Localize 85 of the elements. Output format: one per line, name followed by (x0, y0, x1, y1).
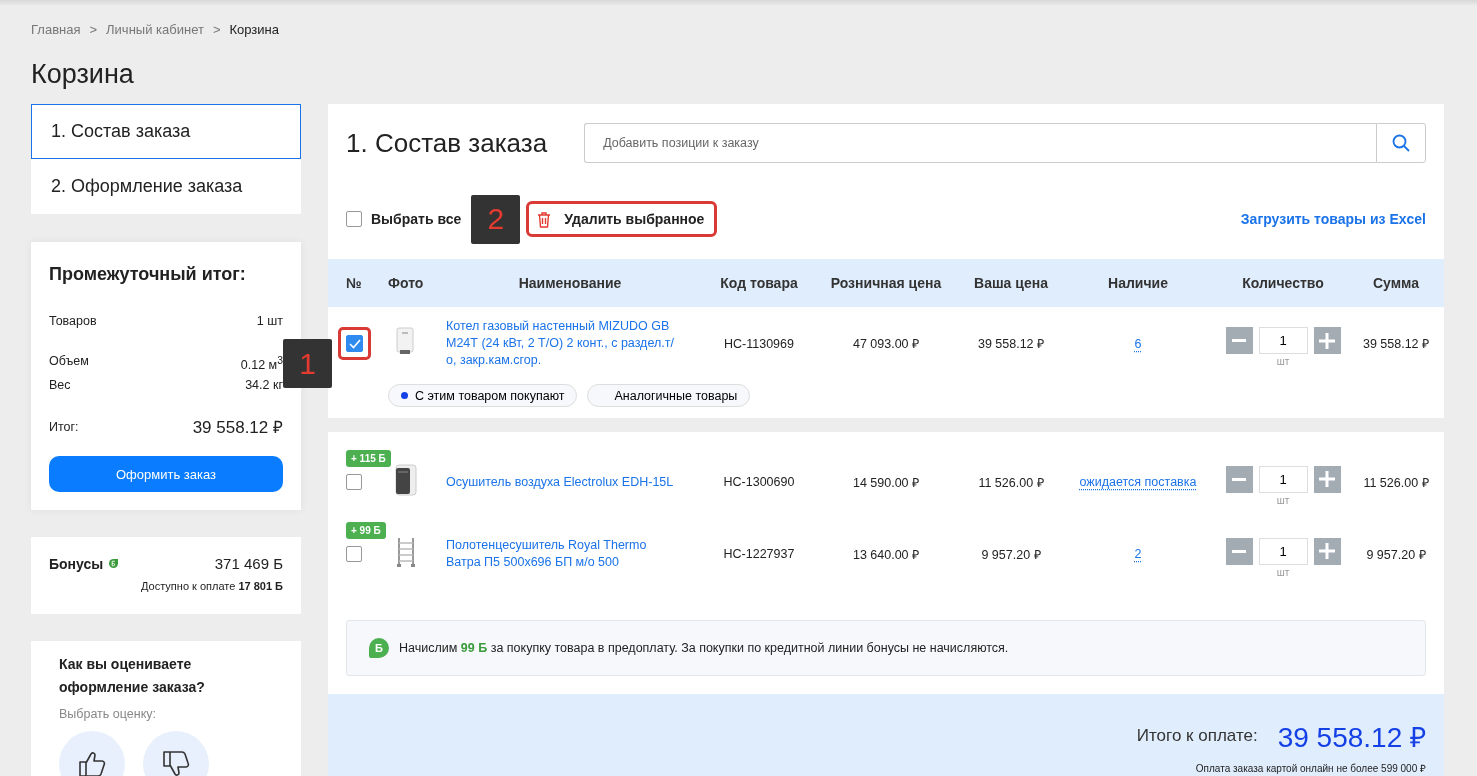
bonus-value: 371 469 Б (214, 555, 283, 573)
info-text: Начислим 99 Б за покупку товара в предоплату. За покупки по кредитной линии бонусы не начисляются. (399, 641, 1009, 655)
minus-icon (1232, 477, 1246, 481)
increase-button[interactable] (1313, 465, 1341, 493)
checkbox[interactable] (346, 335, 363, 352)
stock-link[interactable]: 6 (1134, 336, 1142, 351)
decrease-button[interactable] (1225, 537, 1253, 565)
section-title: 1. Состав заказа (346, 127, 548, 159)
product-code: НС-1130969 (723, 336, 795, 351)
quantity-field[interactable]: 1 (1258, 465, 1308, 493)
total-label: Итого к оплате: (1136, 726, 1258, 746)
excel-upload-link[interactable]: Загрузить товары из Excel (1240, 211, 1426, 227)
summary-label: Объем (49, 353, 89, 370)
decrease-button[interactable] (1225, 465, 1253, 493)
plus-icon (1319, 471, 1335, 487)
breadcrumb-separator: > (212, 22, 221, 37)
delete-selected-button[interactable]: Удалить выбранное (526, 201, 718, 237)
retail-price: 47 093.00 ₽ (851, 336, 921, 352)
rating-hint: Выбрать оценку: (59, 707, 157, 722)
checkout-button[interactable]: Оформить заказ (49, 456, 283, 493)
rating-question: Как вы оцениваете оформление заказа? (59, 655, 206, 698)
product-link[interactable]: Осушитель воздуха Electrolux EDH-15L (438, 473, 702, 491)
product-code: НС-1300690 (722, 475, 796, 489)
search-icon (1392, 134, 1410, 152)
unit-label: шт (1276, 356, 1290, 367)
bonus-label: Бонусы (49, 555, 104, 572)
stock-link[interactable]: 2 (1134, 547, 1142, 561)
summary-value: 1 шт (256, 313, 283, 330)
select-all-label[interactable]: Выбрать все (371, 211, 462, 227)
total-value: 39 558.12 ₽ (192, 417, 283, 439)
trash-icon (537, 210, 552, 228)
row-sum: 11 526.00 ₽ (1362, 474, 1430, 491)
your-price: 11 526.00 ₽ (977, 474, 1045, 491)
callout-marker: 2 (471, 194, 521, 244)
checkbox[interactable] (346, 474, 362, 490)
stock-link[interactable]: ожидается поставка (1079, 475, 1197, 489)
step-tab[interactable]: 2. Оформление заказа (31, 159, 301, 214)
breadcrumb-link[interactable]: Главная (31, 22, 81, 37)
bonus-icon (109, 559, 119, 569)
unit-label: шт (1276, 566, 1290, 578)
search-button[interactable] (1376, 123, 1426, 163)
row-sum: 9 957.20 ₽ (1365, 546, 1427, 563)
quantity-field[interactable]: 1 (1258, 327, 1308, 354)
total-amount: 39 558.12 ₽ (1277, 721, 1426, 755)
row-sum: 39 558.12 ₽ (1361, 336, 1431, 352)
summary-label: Товаров (49, 313, 97, 330)
your-price: 39 558.12 ₽ (976, 336, 1046, 352)
your-price: 9 957.20 ₽ (980, 546, 1042, 563)
product-code: НС-1227937 (722, 547, 796, 561)
decrease-button[interactable] (1225, 327, 1253, 354)
thumbs-down-icon (161, 749, 191, 776)
breadcrumb-separator: > (89, 22, 98, 37)
increase-button[interactable] (1313, 327, 1341, 354)
quantity-field[interactable]: 1 (1258, 537, 1308, 565)
thumbs-up-icon (77, 749, 107, 776)
page-title: Корзина (31, 59, 135, 90)
bonus-badge: Б (369, 638, 389, 658)
callout-marker: 1 (283, 339, 332, 388)
retail-price: 14 590.00 ₽ (851, 474, 921, 491)
bonus-tag: + 99 Б (346, 522, 386, 539)
related-chip[interactable]: Аналогичные товары (587, 384, 751, 407)
table-header: № Фото Наименование Код товара Розничная цена Ваша цена Наличие Количество Сумма (328, 259, 1444, 307)
step-tab[interactable]: 1. Состав заказа (31, 104, 301, 159)
summary-value: 34.2 кг (245, 377, 283, 395)
related-chip[interactable]: С этим товаром покупают (388, 384, 578, 407)
bonus-tag: + 115 Б (346, 450, 391, 467)
total-label: Итог: (49, 419, 79, 434)
minus-icon (1232, 549, 1246, 553)
available-bonus-text: Доступно к оплате 17 801 Б (140, 580, 283, 593)
retail-price: 13 640.00 ₽ (851, 546, 921, 563)
breadcrumb-link[interactable]: Личный кабинет (106, 22, 204, 37)
plus-icon (1319, 332, 1335, 349)
summary-label: Вес (49, 377, 71, 395)
search-field[interactable]: Добавить позиции к заказу (584, 123, 1376, 163)
minus-icon (1232, 339, 1246, 342)
unit-label: шт (1276, 494, 1290, 506)
checkbox[interactable] (346, 546, 362, 562)
product-link[interactable]: Полотенцесушитель Royal Thermo Ватра П5 500х696 БП м/о 500 (438, 537, 702, 571)
product-link[interactable]: Котел газовый настенный MIZUDO GB М24Т (24 кВт, 2 Т/О) 2 конт., с раздел.т/о, закр.кам.сгор. (438, 318, 702, 369)
summary-value: 0.12 м$^{3}$ (240, 354, 283, 375)
increase-button[interactable] (1313, 537, 1341, 565)
plus-icon (1319, 543, 1335, 559)
checkbox[interactable] (346, 211, 362, 227)
payment-note: Оплата заказа картой онлайн не более 599 000 ₽ (1195, 762, 1426, 775)
summary-title: Промежуточный итог: (49, 264, 247, 285)
